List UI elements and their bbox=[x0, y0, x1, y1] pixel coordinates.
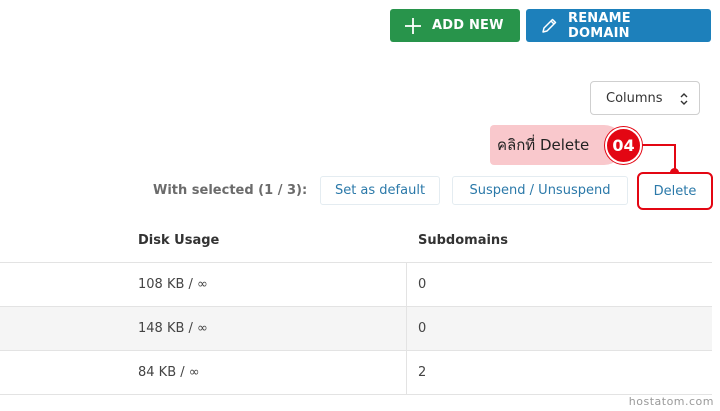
table-row[interactable]: 148 KB / ∞ 0 bbox=[0, 307, 712, 351]
column-divider bbox=[406, 307, 407, 350]
column-header-disk-usage[interactable]: Disk Usage bbox=[138, 218, 219, 262]
add-new-button[interactable]: ADD NEW bbox=[390, 9, 520, 42]
columns-select-value: Columns bbox=[606, 90, 663, 106]
subdomains-cell: 0 bbox=[418, 277, 427, 292]
table-row[interactable]: 108 KB / ∞ 0 bbox=[0, 263, 712, 307]
up-down-chevron-icon bbox=[680, 93, 688, 105]
table-header-row: Disk Usage Subdomains bbox=[0, 218, 712, 263]
column-divider bbox=[406, 351, 407, 394]
step-number: 04 bbox=[612, 136, 635, 155]
suspend-unsuspend-button[interactable]: Suspend / Unsuspend bbox=[452, 176, 628, 205]
callout-text: คลิกที่ Delete bbox=[497, 136, 590, 154]
table-row[interactable]: 84 KB / ∞ 2 bbox=[0, 351, 712, 395]
pencil-icon bbox=[542, 18, 557, 33]
rename-domain-button[interactable]: RENAME DOMAIN bbox=[526, 9, 711, 42]
plus-icon bbox=[405, 17, 421, 34]
with-selected-label: With selected (1 / 3): bbox=[153, 183, 308, 198]
delete-button[interactable]: Delete bbox=[637, 172, 713, 210]
subdomains-cell: 0 bbox=[418, 321, 427, 336]
watermark: hostatom.com bbox=[628, 395, 714, 408]
column-divider bbox=[406, 263, 407, 306]
add-new-label: ADD NEW bbox=[432, 18, 504, 33]
domains-table: Disk Usage Subdomains 108 KB / ∞ 0 148 K… bbox=[0, 218, 712, 395]
rename-domain-label: RENAME DOMAIN bbox=[568, 10, 631, 41]
disk-usage-cell: 84 KB / ∞ bbox=[138, 365, 200, 380]
disk-usage-cell: 148 KB / ∞ bbox=[138, 321, 208, 336]
step-badge: 04 bbox=[605, 127, 642, 164]
column-header-subdomains[interactable]: Subdomains bbox=[418, 218, 508, 262]
callout-connector bbox=[642, 144, 676, 146]
set-as-default-button[interactable]: Set as default bbox=[320, 176, 440, 205]
subdomains-cell: 2 bbox=[418, 365, 427, 380]
columns-select[interactable]: Columns bbox=[590, 81, 700, 115]
disk-usage-cell: 108 KB / ∞ bbox=[138, 277, 208, 292]
instruction-callout: คลิกที่ Delete bbox=[490, 125, 624, 165]
